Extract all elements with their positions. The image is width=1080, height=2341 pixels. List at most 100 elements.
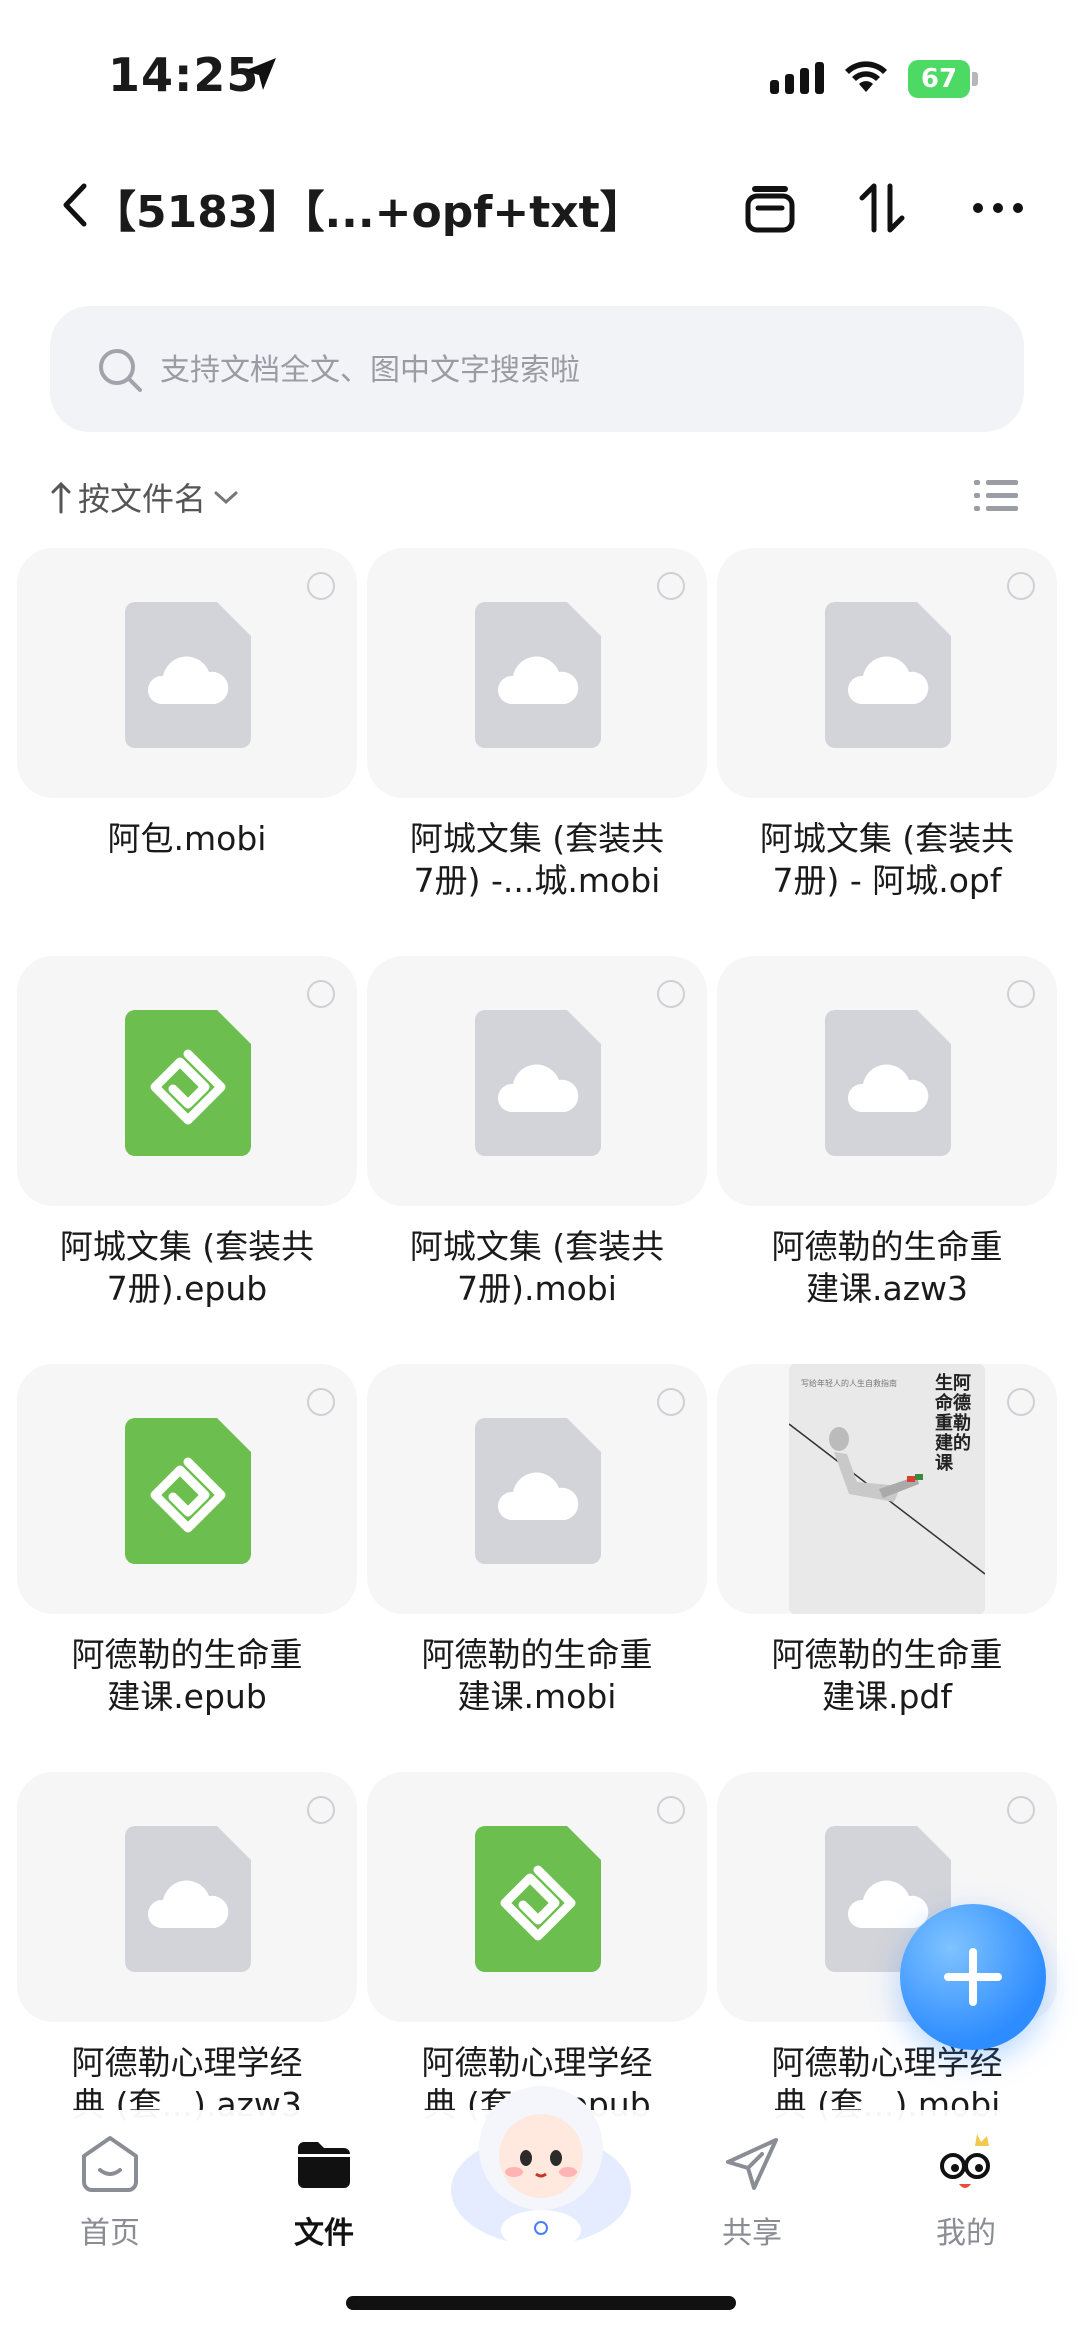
sort-label: 按文件名 bbox=[78, 480, 207, 518]
file-name-line: 建课.azw3 bbox=[805, 1269, 969, 1308]
file-name-line: 阿城文集 (套装共 bbox=[409, 819, 665, 858]
file-name-line: 阿城文集 (套装共 bbox=[759, 819, 1015, 858]
file-card[interactable] bbox=[367, 548, 707, 798]
file-name-line: 建课.pdf bbox=[821, 1677, 952, 1716]
select-radio[interactable] bbox=[307, 980, 335, 1008]
epub-file-icon bbox=[125, 1418, 251, 1564]
select-radio[interactable] bbox=[307, 1796, 335, 1824]
search-input[interactable] bbox=[158, 344, 962, 396]
file-name: 阿德勒的生命重 建课.azw3 bbox=[712, 1226, 1062, 1310]
file-name-line: 阿包.mobi bbox=[107, 819, 267, 858]
file-card[interactable] bbox=[367, 1772, 707, 2022]
file-name-line: 阿城文集 (套装共 bbox=[409, 1227, 665, 1266]
sort-row: 按文件名 bbox=[0, 468, 1080, 528]
cloud-file-icon bbox=[125, 602, 251, 748]
file-card[interactable]: 写给年轻人的人生自救指南 生阿命德重勒建的课 bbox=[717, 1364, 1057, 1614]
list-view-icon[interactable] bbox=[974, 476, 1018, 516]
archive-box-icon[interactable] bbox=[740, 178, 800, 238]
back-chevron-icon[interactable] bbox=[58, 182, 92, 228]
search-bar[interactable] bbox=[50, 306, 1024, 432]
select-radio[interactable] bbox=[307, 572, 335, 600]
home-icon bbox=[82, 2136, 138, 2192]
battery-level: 67 bbox=[908, 60, 970, 98]
tab-home[interactable]: 首页 bbox=[40, 2132, 180, 2252]
tab-files[interactable]: 文件 bbox=[254, 2132, 394, 2252]
header-bar: 【5183】【...+opf+txt】 bbox=[0, 160, 1080, 250]
file-name: 阿德勒的生命重 建课.mobi bbox=[362, 1634, 712, 1718]
tab-profile-label: 我的 bbox=[936, 2216, 996, 2251]
sort-arrows-icon[interactable] bbox=[852, 178, 912, 238]
file-name-line: 阿德勒的生命重 bbox=[421, 1635, 653, 1674]
paper-plane-icon bbox=[726, 2138, 778, 2190]
cloud-file-icon bbox=[475, 602, 601, 748]
file-name-line: 阿城文集 (套装共 bbox=[59, 1227, 315, 1266]
battery-icon: 67 bbox=[908, 60, 980, 98]
file-card[interactable] bbox=[17, 956, 357, 1206]
profile-face-icon bbox=[940, 2134, 990, 2188]
file-name: 阿包.mobi bbox=[12, 818, 362, 860]
select-radio[interactable] bbox=[1007, 980, 1035, 1008]
select-radio[interactable] bbox=[307, 1388, 335, 1416]
file-card[interactable] bbox=[17, 1772, 357, 2022]
tab-share[interactable]: 共享 bbox=[682, 2132, 822, 2252]
tab-files-label: 文件 bbox=[294, 2216, 354, 2251]
cloud-file-icon bbox=[125, 1826, 251, 1972]
file-name-line: 建课.epub bbox=[107, 1677, 267, 1716]
cloud-file-icon bbox=[475, 1010, 601, 1156]
location-arrow-icon bbox=[244, 58, 276, 90]
status-bar: 14:25 67 bbox=[0, 0, 1080, 130]
file-name: 阿德勒的生命重 建课.pdf bbox=[712, 1634, 1062, 1718]
select-radio[interactable] bbox=[657, 980, 685, 1008]
search-icon bbox=[99, 349, 142, 392]
file-name-line: 7册).epub bbox=[106, 1269, 268, 1308]
file-name: 阿城文集 (套装共 7册).mobi bbox=[362, 1226, 712, 1310]
epub-file-icon bbox=[125, 1010, 251, 1156]
status-time: 14:25 bbox=[108, 48, 260, 102]
epub-file-icon bbox=[475, 1826, 601, 1972]
file-name-line: 阿德勒心理学经 bbox=[771, 2043, 1003, 2082]
select-radio[interactable] bbox=[657, 572, 685, 600]
cover-figure-icon bbox=[789, 1423, 985, 1575]
select-radio[interactable] bbox=[1007, 1796, 1035, 1824]
pdf-cover-thumbnail: 写给年轻人的人生自救指南 生阿命德重勒建的课 bbox=[789, 1364, 985, 1614]
mascot-avatar-icon[interactable] bbox=[446, 2070, 636, 2260]
cloud-file-icon bbox=[825, 1010, 951, 1156]
file-card[interactable] bbox=[717, 956, 1057, 1206]
cloud-file-icon bbox=[825, 602, 951, 748]
file-name: 阿城文集 (套装共 7册) -...城.mobi bbox=[362, 818, 712, 902]
select-radio[interactable] bbox=[1007, 572, 1035, 600]
select-radio[interactable] bbox=[657, 1388, 685, 1416]
file-name-line: 7册).mobi bbox=[457, 1269, 617, 1308]
tab-share-label: 共享 bbox=[722, 2216, 782, 2251]
chevron-down-icon bbox=[214, 491, 238, 505]
file-card[interactable] bbox=[717, 548, 1057, 798]
file-card[interactable] bbox=[367, 956, 707, 1206]
cloud-file-icon bbox=[475, 1418, 601, 1564]
file-name-line: 7册) -...城.mobi bbox=[413, 861, 661, 900]
select-radio[interactable] bbox=[657, 1796, 685, 1824]
arrow-up-icon bbox=[51, 481, 71, 514]
file-name: 阿德勒的生命重 建课.epub bbox=[12, 1634, 362, 1718]
file-name-line: 阿德勒心理学经 bbox=[71, 2043, 303, 2082]
file-name: 阿城文集 (套装共 7册).epub bbox=[12, 1226, 362, 1310]
file-name-line: 阿德勒的生命重 bbox=[771, 1227, 1003, 1266]
select-radio[interactable] bbox=[1007, 1388, 1035, 1416]
file-card[interactable] bbox=[17, 1364, 357, 1614]
file-name-line: 建课.mobi bbox=[457, 1677, 617, 1716]
file-card[interactable] bbox=[367, 1364, 707, 1614]
file-name: 阿城文集 (套装共 7册) - 阿城.opf bbox=[712, 818, 1062, 902]
tab-home-label: 首页 bbox=[80, 2216, 140, 2251]
file-name-line: 阿德勒的生命重 bbox=[771, 1635, 1003, 1674]
more-options-icon[interactable] bbox=[968, 178, 1028, 238]
add-button[interactable] bbox=[900, 1904, 1046, 2050]
folder-icon bbox=[298, 2142, 350, 2188]
sort-by-name-button[interactable]: 按文件名 bbox=[50, 474, 240, 520]
page-title: 【5183】【...+opf+txt】 bbox=[92, 187, 644, 238]
cellular-signal-icon bbox=[770, 62, 824, 94]
home-indicator bbox=[346, 2296, 736, 2310]
file-card[interactable] bbox=[17, 548, 357, 798]
wifi-icon bbox=[845, 61, 887, 92]
file-name-line: 阿德勒的生命重 bbox=[71, 1635, 303, 1674]
file-name-line: 7册) - 阿城.opf bbox=[772, 861, 1002, 900]
tab-profile[interactable]: 我的 bbox=[896, 2132, 1036, 2252]
